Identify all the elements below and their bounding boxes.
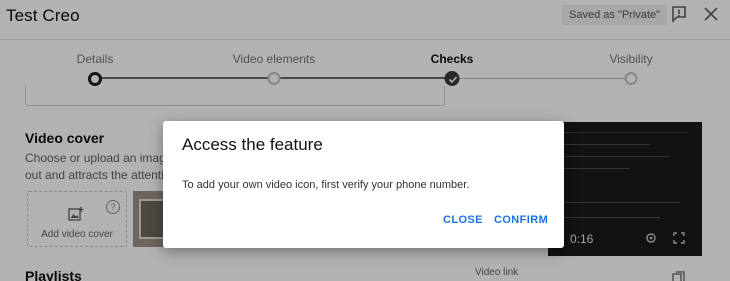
close-button[interactable]: CLOSE bbox=[443, 214, 483, 226]
confirm-button[interactable]: CONFIRM bbox=[494, 214, 548, 226]
dialog-message: To add your own video icon, first verify… bbox=[182, 179, 470, 191]
dialog-title: Access the feature bbox=[182, 135, 323, 154]
access-feature-dialog: Access the feature To add your own video… bbox=[163, 121, 564, 248]
